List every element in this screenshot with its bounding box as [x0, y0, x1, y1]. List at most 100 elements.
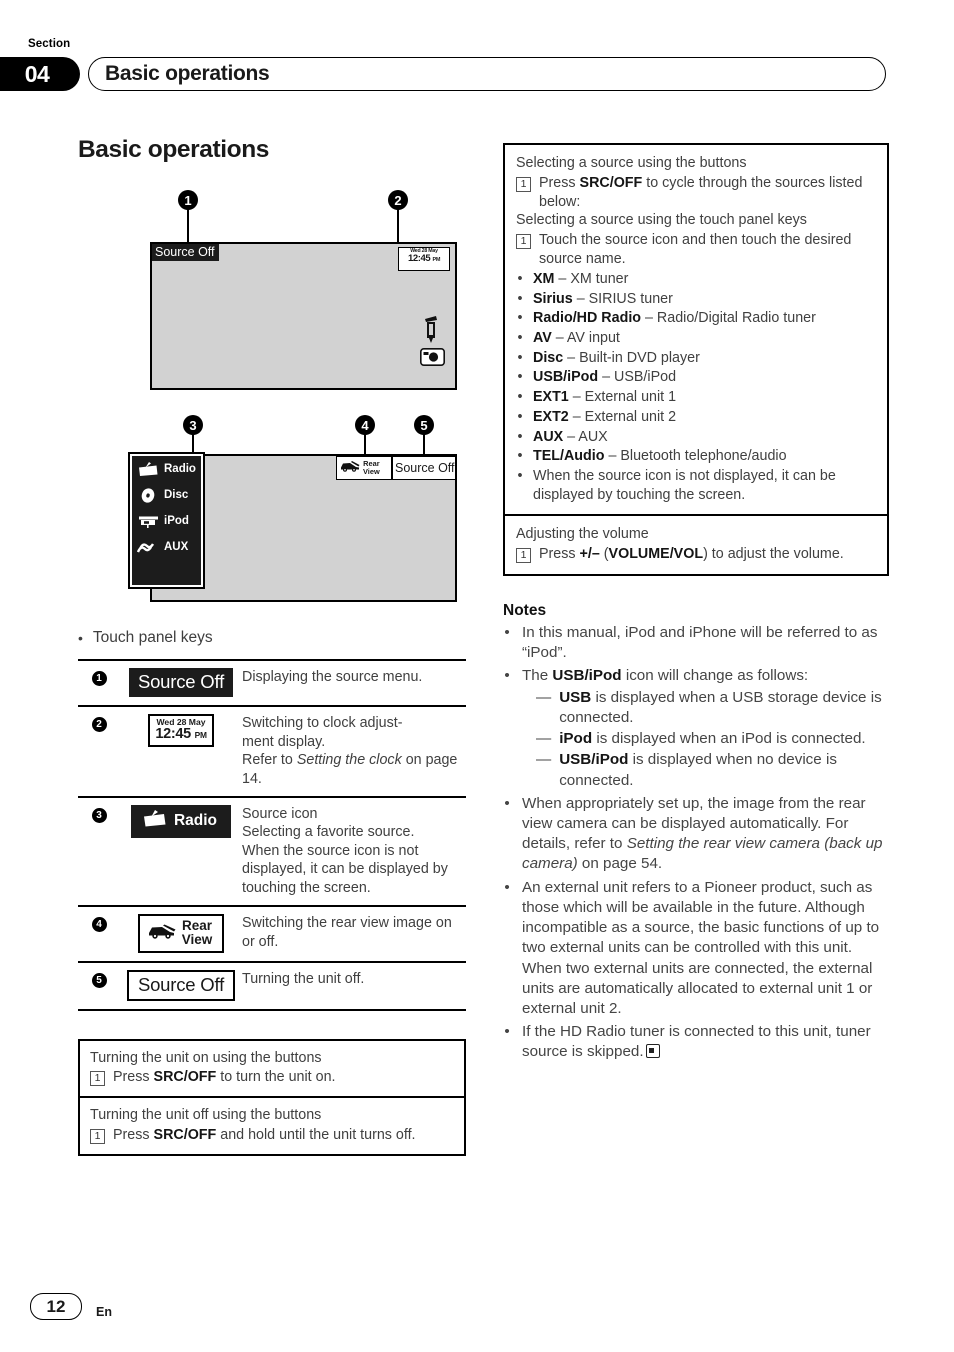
bullet-glyph: •	[517, 448, 523, 465]
source-menu-label: Radio	[164, 463, 196, 475]
row-key-cell: Source Off	[120, 659, 242, 707]
touch-panel-keys-label: Touch panel keys	[92, 629, 213, 646]
desc-line-2: ment display.	[242, 733, 326, 750]
left-procedure-boxes: Turning the unit on using the buttons 1 …	[78, 1038, 466, 1156]
callout-1: 1	[178, 190, 198, 210]
callout-3: 3	[183, 415, 203, 435]
source-entry: TEL/Audio – Bluetooth telephone/audio	[533, 448, 787, 465]
section-title-text: Basic operations	[105, 62, 270, 85]
source-menu-label: iPod	[164, 515, 189, 527]
step-number: 1	[516, 234, 531, 250]
row-number-5: 5	[91, 972, 107, 988]
row-description: Switching the rear view image on or off.	[242, 905, 466, 962]
source-off-status-chip[interactable]: Source Off	[152, 244, 219, 261]
disc-icon	[137, 487, 159, 504]
subitem-text: iPod is displayed when an iPod is connec…	[559, 730, 866, 748]
table-row: 5 Source Off Turning the unit off.	[78, 960, 466, 1011]
bullet-glyph: •	[517, 270, 523, 287]
bullet-glyph: •	[504, 1023, 510, 1041]
note-item: • When appropriately set up, the image f…	[503, 794, 889, 875]
source-menu-item-radio[interactable]: Radio	[132, 456, 201, 482]
radio-icon	[143, 809, 167, 832]
note-item: • An external unit refers to a Pioneer p…	[503, 878, 889, 1020]
key-source-off-light[interactable]: Source Off	[126, 969, 236, 1001]
source-off-chip-2[interactable]: Source Off	[392, 456, 456, 480]
dash-glyph: —	[536, 751, 552, 769]
source-menu-label: Disc	[164, 489, 189, 501]
source-entry: When the source icon is not displayed, i…	[533, 467, 836, 503]
desc-line-1: Switching to clock adjust-	[242, 715, 403, 732]
leader-line-3	[192, 434, 194, 454]
note-text: The USB/iPod icon will change as follows…	[522, 666, 889, 790]
key-source-off-dark[interactable]: Source Off	[128, 668, 234, 698]
key-rear-view[interactable]: Rear View	[137, 914, 225, 953]
key-clock-time: 12:45 PM	[155, 726, 207, 743]
list-item: • AV – AV input	[516, 329, 878, 348]
row-key-cell: Wed 28 May 12:45 PM	[120, 705, 242, 797]
step-number: 1	[516, 548, 531, 564]
device-screen-display: Source Off Wed 28 May 12:45 PM	[150, 242, 457, 390]
clock-chip[interactable]: Wed 28 May 12:45 PM	[398, 247, 450, 271]
source-menu-item-ipod[interactable]: iPod	[132, 508, 201, 534]
list-item: • AUX – AUX	[516, 428, 878, 447]
source-menu-panel[interactable]: Radio Disc iPod AUX	[128, 452, 205, 589]
bullet-glyph: •	[78, 630, 83, 646]
row-number-cell: 3	[78, 795, 120, 907]
table-row: 1 Source Off Displaying the source menu.	[78, 659, 466, 707]
list-item: • When the source icon is not displayed, …	[516, 467, 878, 504]
note-subitem: — iPod is displayed when an iPod is conne…	[522, 729, 889, 749]
step-text: Press SRC/OFF to turn the unit on.	[113, 1069, 336, 1086]
procedure-step: 1 Press SRC/OFF to turn the unit on.	[90, 1068, 454, 1087]
source-box-step-2: 1 Touch the source icon and then touch t…	[516, 231, 878, 269]
key-radio-label: Radio	[173, 811, 218, 829]
source-entry: Disc – Built-in DVD player	[533, 349, 700, 366]
key-clock-display[interactable]: Wed 28 May 12:45 PM	[148, 714, 214, 748]
car-icon	[339, 459, 361, 477]
rear-view-chip[interactable]: Rear View	[336, 456, 392, 480]
row-description: Turning the unit off.	[242, 960, 466, 1011]
step-text: Press SRC/OFF and hold until the unit tu…	[113, 1126, 416, 1143]
eject-icon[interactable]	[423, 316, 439, 349]
rear-view-label: Rear View	[363, 459, 380, 476]
bullet-glyph: •	[504, 878, 510, 896]
step-text: Press +/– (VOLUME/VOL) to adjust the vol…	[539, 546, 844, 563]
source-menu-item-disc[interactable]: Disc	[132, 482, 201, 508]
row-description: Switching to clock adjust- ment display.…	[242, 705, 466, 797]
desc-line-3: When the source icon is not displayed, i…	[242, 842, 448, 896]
source-entry: EXT2 – External unit 2	[533, 408, 677, 425]
volume-box-title: Adjusting the volume	[516, 526, 649, 543]
volume-box-step: 1 Press +/– (VOLUME/VOL) to adjust the v…	[516, 545, 878, 564]
source-entry: AUX – AUX	[533, 428, 608, 445]
subitem-text: USB/iPod is displayed when no device is …	[559, 751, 837, 789]
note-item: • In this manual, iPod and iPhone will b…	[503, 623, 889, 663]
note-subitem: — USB/iPod is displayed when no device is…	[522, 750, 889, 790]
key-radio-source[interactable]: Radio	[130, 804, 232, 838]
end-of-section-mark	[645, 1044, 660, 1059]
desc-line-3-em: Setting the clock	[296, 752, 402, 769]
procedure-step: 1 Press SRC/OFF and hold until the unit …	[90, 1126, 454, 1145]
bullet-glyph: •	[517, 369, 523, 386]
row-key-cell: Source Off	[120, 960, 242, 1011]
source-entry: XM – XM tuner	[533, 270, 629, 287]
dash-glyph: —	[536, 730, 552, 748]
rear-camera-icon[interactable]	[420, 348, 445, 371]
list-item: • Disc – Built-in DVD player	[516, 349, 878, 368]
callout-5: 5	[414, 415, 434, 435]
row-key-cell: Radio	[120, 795, 242, 907]
page-number: 12	[30, 1293, 82, 1320]
note-item: • If the HD Radio tuner is connected to …	[503, 1022, 889, 1062]
step-text: Touch the source icon and then touch the…	[539, 232, 852, 267]
touch-panel-keys-heading: • Touch panel keys	[78, 629, 466, 647]
row-number-cell: 2	[78, 705, 120, 797]
aux-icon	[137, 539, 159, 556]
page-footer: 12 En	[30, 1293, 112, 1320]
source-menu-label: AUX	[164, 541, 189, 553]
procedure-title: Turning the unit off using the buttons	[90, 1107, 322, 1124]
source-menu-item-aux[interactable]: AUX	[132, 534, 201, 560]
right-column: Selecting a source using the buttons 1 P…	[503, 143, 889, 1063]
source-box-title-1: Selecting a source using the buttons	[516, 155, 747, 171]
procedure-box-turn-off: Turning the unit off using the buttons 1…	[78, 1098, 466, 1156]
note-sublist: — USB is displayed when a USB storage dev…	[522, 688, 889, 791]
leader-line-1	[187, 209, 189, 242]
section-label: Section	[28, 38, 71, 50]
